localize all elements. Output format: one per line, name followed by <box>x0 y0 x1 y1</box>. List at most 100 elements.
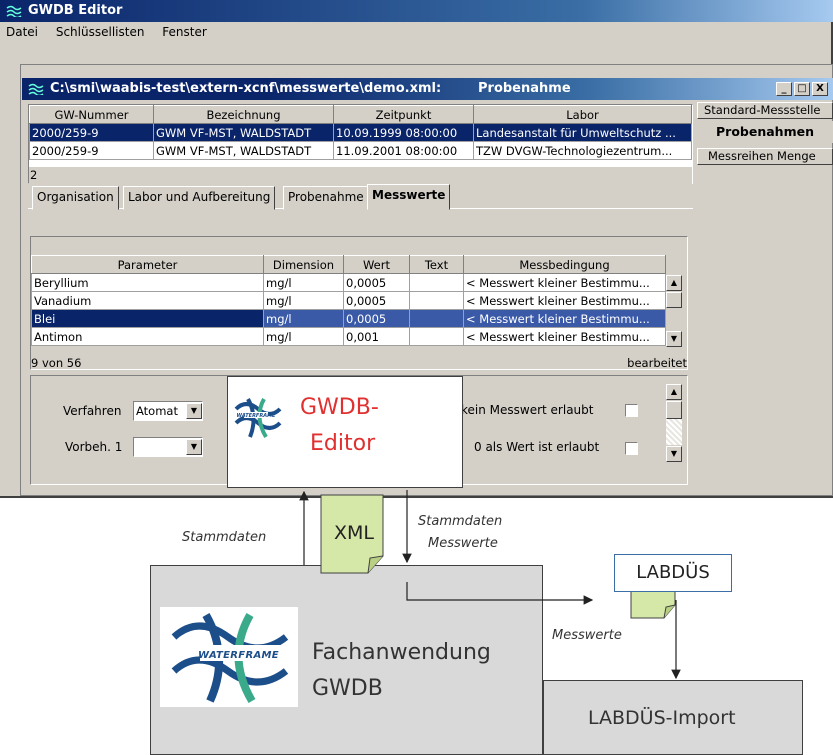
cell[interactable]: GWM VF-MST, WALDSTADT <box>153 123 334 142</box>
scroll-track[interactable] <box>666 419 682 445</box>
labdus-label: LABDÜS <box>614 554 732 592</box>
close-button[interactable]: X <box>812 82 828 96</box>
tab-probenahme[interactable]: Probenahme <box>283 186 369 210</box>
table-row[interactable]: Antimon mg/l 0,001 < Messwert kleiner Be… <box>31 327 666 346</box>
cell[interactable]: 0,0005 <box>343 309 410 328</box>
tab-labor-aufbereitung[interactable]: Labor und Aufbereitung <box>123 186 276 210</box>
messwerte-label-labdus: Messwerte <box>552 628 622 643</box>
messwerte-table-panel: Parameter Dimension Wert Text Messbeding… <box>30 236 688 370</box>
table-header-row: Parameter Dimension Wert Text Messbeding… <box>31 255 666 274</box>
cell[interactable] <box>409 273 464 292</box>
col-messbedingung[interactable]: Messbedingung <box>463 255 666 274</box>
table-header-row: GW-Nummer Bezeichnung Zeitpunkt Labor <box>29 105 692 124</box>
null-wert-label: 0 als Wert ist erlaubt <box>474 440 600 454</box>
cell[interactable]: < Messwert kleiner Bestimmu... <box>463 291 666 310</box>
cell[interactable]: 0,001 <box>343 327 410 346</box>
side-tab-standard-messstelle[interactable]: Standard-Messstelle <box>697 102 833 119</box>
svg-text:WATERFRAME: WATERFRAME <box>237 413 277 419</box>
cell[interactable]: 0,0005 <box>343 273 410 292</box>
cell[interactable]: mg/l <box>263 309 344 328</box>
scroll-thumb[interactable] <box>666 292 682 308</box>
app-title-bar: GWDB Editor <box>0 0 833 22</box>
table-row[interactable]: Blei mg/l 0,0005 < Messwert kleiner Best… <box>31 309 666 328</box>
cell[interactable]: Antimon <box>31 327 264 346</box>
waterframe-icon <box>28 83 44 95</box>
messwerte-label-right: Messwerte <box>428 536 498 551</box>
menu-datei[interactable]: Datei <box>6 25 38 39</box>
waterframe-logo-icon: WATERFRAME <box>234 398 282 439</box>
cell[interactable]: < Messwert kleiner Bestimmu... <box>463 309 666 328</box>
col-dimension[interactable]: Dimension <box>263 255 344 274</box>
gwdb-editor-title-line1: GWDB- <box>300 395 379 420</box>
app-title: GWDB Editor <box>28 3 123 18</box>
stammdaten-label-right: Stammdaten <box>418 514 503 529</box>
col-text[interactable]: Text <box>409 255 464 274</box>
minimize-button[interactable]: _ <box>776 82 792 96</box>
verfahren-select[interactable]: Atomat ▼ <box>133 401 203 421</box>
probenahme-table-panel: GW-Nummer Bezeichnung Zeitpunkt Labor 20… <box>28 104 693 184</box>
col-gw-nummer[interactable]: GW-Nummer <box>29 105 154 124</box>
document-section: Probenahme <box>478 81 571 96</box>
fachanwendung-line2: GWDB <box>312 676 383 701</box>
table-row[interactable]: Vanadium mg/l 0,0005 < Messwert kleiner … <box>31 291 666 310</box>
scroll-thumb[interactable] <box>666 401 682 419</box>
cell[interactable]: Beryllium <box>31 273 264 292</box>
table-row[interactable]: 2000/259-9 GWM VF-MST, WALDSTADT 10.09.1… <box>29 123 692 142</box>
col-labor[interactable]: Labor <box>473 105 692 124</box>
cell[interactable]: < Messwert kleiner Bestimmu... <box>463 327 666 346</box>
cell[interactable]: 0,0005 <box>343 291 410 310</box>
cell[interactable]: mg/l <box>263 273 344 292</box>
chevron-down-icon[interactable]: ▼ <box>186 439 202 455</box>
cell[interactable] <box>409 327 464 346</box>
cell[interactable]: < Messwert kleiner Bestimmu... <box>463 273 666 292</box>
record-count: 2 <box>29 167 692 184</box>
cell[interactable]: mg/l <box>263 291 344 310</box>
col-parameter[interactable]: Parameter <box>31 255 264 274</box>
cell[interactable]: 11.09.2001 08:00:00 <box>333 141 474 160</box>
scroll-up-button[interactable]: ▲ <box>666 384 682 400</box>
cell[interactable] <box>409 309 464 328</box>
null-wert-checkbox[interactable] <box>625 442 638 455</box>
col-wert[interactable]: Wert <box>343 255 410 274</box>
tab-strip: Organisation Labor und Aufbereitung Prob… <box>28 184 693 210</box>
cell[interactable]: Blei <box>31 309 264 328</box>
cell[interactable]: TZW DVGW-Technologiezentrum... <box>473 141 692 160</box>
cell[interactable]: Landesanstalt für Umweltschutz ... <box>473 123 692 142</box>
menu-fenster[interactable]: Fenster <box>162 25 207 39</box>
table-row[interactable]: 2000/259-9 GWM VF-MST, WALDSTADT 11.09.2… <box>29 141 692 160</box>
tab-organisation[interactable]: Organisation <box>32 186 119 210</box>
gwdb-editor-title-line2: Editor <box>310 431 376 456</box>
chevron-down-icon[interactable]: ▼ <box>186 403 202 419</box>
tab-messwerte[interactable]: Messwerte <box>367 184 451 210</box>
side-tab-probenahmen[interactable]: Probenahmen <box>697 121 833 143</box>
messwerte-table: Parameter Dimension Wert Text Messbeding… <box>31 255 666 346</box>
scroll-down-button[interactable]: ▼ <box>666 446 682 462</box>
col-zeitpunkt[interactable]: Zeitpunkt <box>333 105 474 124</box>
cell[interactable]: GWM VF-MST, WALDSTADT <box>153 141 334 160</box>
table-row[interactable]: Beryllium mg/l 0,0005 < Messwert kleiner… <box>31 273 666 292</box>
cell[interactable] <box>409 291 464 310</box>
vorbeh-select[interactable]: ▼ <box>133 437 203 457</box>
scroll-down-button[interactable]: ▼ <box>666 331 682 347</box>
edit-status: bearbeitet <box>627 356 687 370</box>
row-position: 9 von 56 <box>31 356 82 370</box>
side-tab-messreihen-menge[interactable]: Messreihen Menge <box>697 148 833 165</box>
scroll-up-button[interactable]: ▲ <box>666 275 682 291</box>
maximize-button[interactable]: □ <box>794 82 810 96</box>
document-path: C:\smi\waabis-test\extern-xcnf\messwerte… <box>50 81 442 96</box>
cell[interactable]: 10.09.1999 08:00:00 <box>333 123 474 142</box>
cell[interactable]: 2000/259-9 <box>29 123 154 142</box>
kein-messwert-checkbox[interactable] <box>625 404 638 417</box>
waterframe-logo-text: WATERFRAME <box>198 650 279 661</box>
col-bezeichnung[interactable]: Bezeichnung <box>153 105 334 124</box>
gwdb-editor-box: WATERFRAME GWDB- Editor <box>227 376 463 488</box>
cell[interactable]: 2000/259-9 <box>29 141 154 160</box>
cell[interactable]: Vanadium <box>31 291 264 310</box>
menu-schluessellisten[interactable]: Schlüssellisten <box>56 25 145 39</box>
cell[interactable]: mg/l <box>263 327 344 346</box>
vorbeh-label: Vorbeh. 1 <box>65 440 123 454</box>
fachanwendung-line1: Fachanwendung <box>312 640 491 665</box>
kein-messwert-label: kein Messwert erlaubt <box>461 403 594 417</box>
verfahren-label: Verfahren <box>63 404 122 418</box>
labdus-import-label: LABDÜS-Import <box>588 707 736 729</box>
